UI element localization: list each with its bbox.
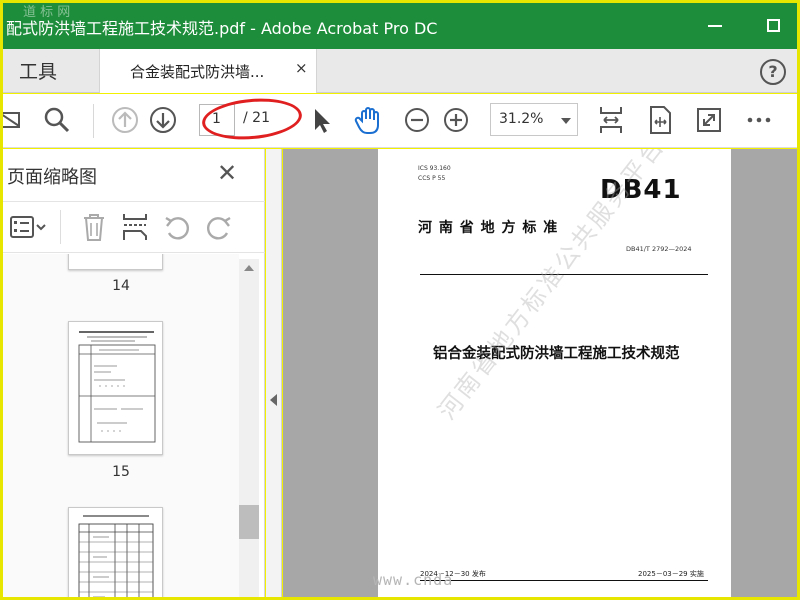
scrollbar-thumb[interactable] — [239, 505, 259, 539]
trash-icon[interactable] — [80, 211, 108, 243]
envelope-icon[interactable] — [3, 104, 35, 136]
more-options-icon[interactable] — [743, 104, 775, 136]
standard-number: DB41/T 2792—2024 — [626, 245, 692, 253]
document-viewer[interactable]: ICS 93.160 CCS P 55 DB41 河 南 省 地 方 标 准 D… — [283, 149, 797, 597]
search-icon[interactable] — [41, 104, 73, 136]
title-bar: 道 标 网 配式防洪墙工程施工技术规范.pdf - Adobe Acrobat … — [3, 3, 797, 49]
previous-page-icon[interactable] — [109, 104, 141, 136]
zoom-value: 31.2% — [499, 111, 544, 127]
tab-bar: 工具 合金装配式防洪墙... × ? — [3, 49, 797, 93]
maximize-button[interactable] — [767, 19, 780, 32]
tab-document-label: 合金装配式防洪墙... — [130, 63, 265, 81]
site-watermark: www.cnda — [373, 571, 454, 589]
sidebar-close-button[interactable]: ✕ — [217, 159, 237, 187]
sidebar-divider — [60, 210, 61, 244]
zoom-in-icon[interactable] — [440, 104, 472, 136]
sidebar-title: 页面缩略图 — [7, 167, 97, 188]
next-page-icon[interactable] — [147, 104, 179, 136]
hand-tool-icon[interactable] — [353, 104, 385, 136]
thumbnail-label: 15 — [112, 464, 130, 480]
app-window: 道 标 网 配式防洪墙工程施工技术规范.pdf - Adobe Acrobat … — [0, 0, 800, 600]
page-thumbnail-content — [78, 331, 156, 443]
sidebar-collapse-strip[interactable] — [266, 149, 282, 597]
rotate-counterclockwise-icon[interactable] — [163, 213, 193, 243]
thumbnail-list: 14 15 — [3, 254, 239, 597]
page-thumbnail-content — [78, 515, 154, 597]
thumbnail-label: 14 — [112, 278, 130, 294]
page-thumbnail-15[interactable] — [68, 321, 163, 455]
implement-date: 2025－03－29 实施 — [638, 570, 704, 578]
fit-page-icon[interactable] — [595, 104, 627, 136]
help-icon[interactable]: ? — [760, 59, 786, 85]
collapse-left-icon[interactable] — [270, 394, 277, 406]
thumbnail-sidebar: 页面缩略图 ✕ 14 15 — [3, 149, 265, 597]
fit-width-icon[interactable] — [644, 104, 676, 136]
page-thumbnail-16[interactable] — [68, 507, 163, 597]
tab-document[interactable]: 合金装配式防洪墙... × — [99, 49, 317, 93]
pdf-page: ICS 93.160 CCS P 55 DB41 河 南 省 地 方 标 准 D… — [378, 149, 731, 597]
chevron-down-icon — [561, 118, 571, 124]
tab-tools[interactable]: 工具 — [19, 57, 57, 84]
page-thumbnail-14[interactable] — [68, 254, 163, 270]
ics-code: ICS 93.160 — [418, 165, 451, 172]
sidebar-toolbar — [3, 201, 265, 253]
zoom-out-icon[interactable] — [401, 104, 433, 136]
main-toolbar: 1 / 21 31.2% — [3, 94, 797, 148]
watermark-text: 河南省地方标准公共服务平台 — [432, 149, 671, 425]
ccs-code: CCS P 55 — [418, 175, 446, 182]
zoom-dropdown[interactable]: 31.2% — [490, 103, 578, 136]
minimize-button[interactable] — [708, 25, 722, 27]
toolbar-divider — [93, 104, 94, 138]
thumbnail-options-icon[interactable] — [9, 214, 49, 240]
rotate-clockwise-icon[interactable] — [203, 213, 233, 243]
footer-rule — [420, 580, 708, 581]
tab-close-button[interactable]: × — [295, 59, 308, 77]
scroll-up-arrow-icon[interactable] — [244, 265, 254, 271]
full-screen-icon[interactable] — [693, 104, 725, 136]
select-cursor-icon[interactable] — [305, 104, 337, 136]
extract-pages-icon[interactable] — [121, 211, 151, 243]
sidebar-scrollbar[interactable] — [239, 259, 259, 597]
window-title: 配式防洪墙工程施工技术规范.pdf - Adobe Acrobat Pro DC — [6, 19, 438, 38]
